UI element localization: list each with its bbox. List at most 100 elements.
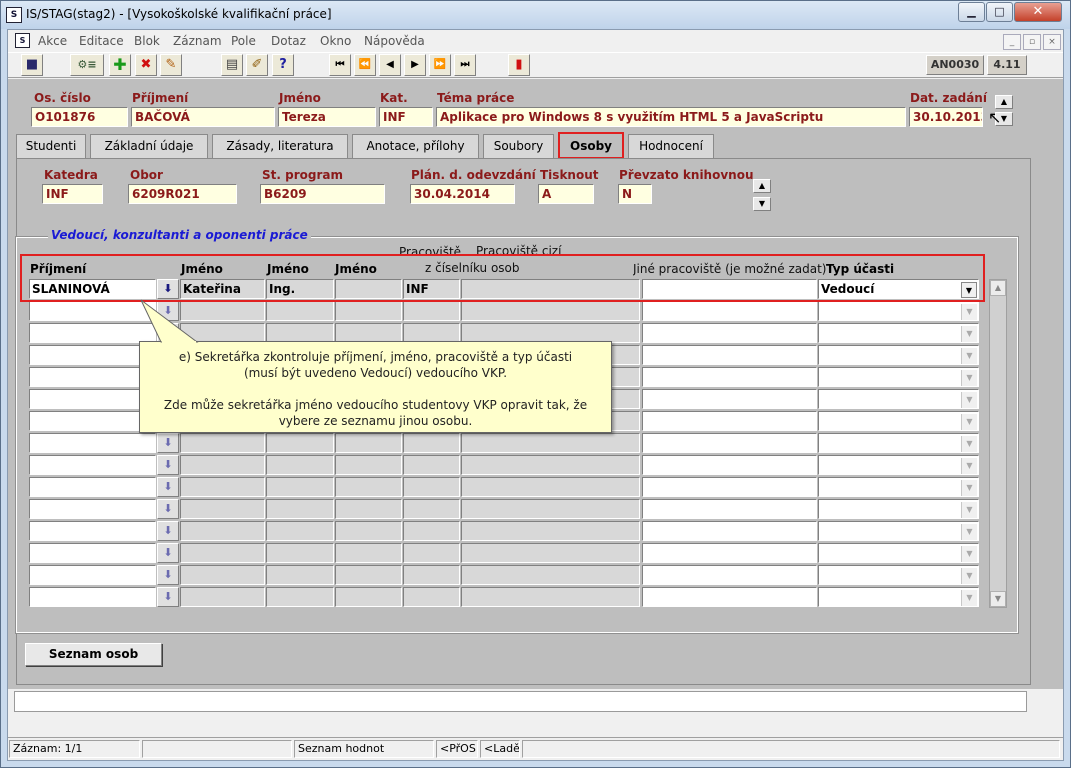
row-jmeno[interactable] <box>180 521 265 541</box>
tab-zasady-literatura[interactable]: Zásady, literatura <box>212 134 348 158</box>
menu-okno[interactable]: Okno <box>320 34 351 48</box>
row-typ-ucasti[interactable]: ▼ <box>818 389 979 409</box>
row-jine-pracoviste[interactable] <box>642 499 817 519</box>
clear-icon[interactable]: ✎ <box>160 54 182 76</box>
row-prijmeni[interactable] <box>29 477 156 497</box>
chevron-down-icon[interactable]: ▼ <box>961 480 977 496</box>
row-jine-pracoviste[interactable] <box>642 521 817 541</box>
minimize-button[interactable]: ▁ <box>958 2 985 22</box>
row-jine-pracoviste[interactable] <box>642 389 817 409</box>
menu-blok[interactable]: Blok <box>134 34 160 48</box>
last-record-icon[interactable]: ⏭ <box>454 54 476 76</box>
tab-hodnoceni[interactable]: Hodnocení <box>628 134 714 158</box>
chevron-down-icon[interactable]: ▼ <box>961 370 977 386</box>
child-minimize-icon[interactable]: _ <box>1003 34 1021 50</box>
chevron-down-icon[interactable]: ▼ <box>961 546 977 562</box>
close-button[interactable]: ✕ <box>1014 2 1062 22</box>
tab-zakladni-udaje[interactable]: Základní údaje <box>90 134 208 158</box>
row-jine-pracoviste[interactable] <box>642 367 817 387</box>
tab-osoby[interactable]: Osoby <box>558 132 624 159</box>
row-titul-za[interactable] <box>335 565 402 585</box>
tab-studenti[interactable]: Studenti <box>16 134 86 158</box>
menu-pole[interactable]: Pole <box>231 34 256 48</box>
row-prijmeni[interactable] <box>29 323 156 343</box>
row-lov-button[interactable]: ⬇ <box>157 565 179 585</box>
row-titul[interactable] <box>266 587 334 607</box>
row-pracoviste-cizi[interactable] <box>461 587 640 607</box>
row-jine-pracoviste[interactable] <box>642 455 817 475</box>
row-titul-za[interactable] <box>335 477 402 497</box>
row-typ-ucasti[interactable]: ▼ <box>818 477 979 497</box>
delete-record-icon[interactable]: ✖ <box>135 54 157 76</box>
row-prijmeni[interactable] <box>29 301 156 321</box>
row-titul-za[interactable] <box>335 323 402 343</box>
row-titul[interactable] <box>266 565 334 585</box>
row-pracoviste-cizi[interactable] <box>461 565 640 585</box>
prijmeni-field[interactable]: BAČOVÁ <box>131 107 275 127</box>
row-pracoviste-cizi[interactable] <box>461 323 640 343</box>
row-pracoviste[interactable] <box>403 565 460 585</box>
row-titul-za[interactable] <box>335 521 402 541</box>
row-prijmeni[interactable] <box>29 565 156 585</box>
scrollbar-down-icon[interactable]: ▼ <box>990 591 1006 607</box>
row-jine-pracoviste[interactable] <box>642 565 817 585</box>
help-icon[interactable]: ? <box>272 54 294 76</box>
chevron-down-icon[interactable]: ▼ <box>961 304 977 320</box>
chevron-down-icon[interactable]: ▼ <box>961 414 977 430</box>
row-typ-ucasti[interactable]: ▼ <box>818 543 979 563</box>
row-titul-za[interactable] <box>335 499 402 519</box>
exit-icon[interactable]: ▮ <box>508 54 530 76</box>
detail-scroll-up-icon[interactable]: ▲ <box>753 179 771 193</box>
menu-editace[interactable]: Editace <box>79 34 124 48</box>
scroll-up-icon[interactable]: ▲ <box>995 95 1013 109</box>
row-lov-button[interactable]: ⬇ <box>157 455 179 475</box>
row-prijmeni[interactable] <box>29 345 156 365</box>
seznam-osob-button[interactable]: Seznam osob <box>25 643 162 666</box>
row-titul[interactable] <box>266 521 334 541</box>
row-pracoviste-cizi[interactable] <box>461 477 640 497</box>
row-pracoviste-cizi[interactable] <box>461 543 640 563</box>
row-titul[interactable] <box>266 301 334 321</box>
row-prijmeni[interactable] <box>29 367 156 387</box>
row-lov-button[interactable]: ⬇ <box>157 521 179 541</box>
row-typ-ucasti[interactable]: ▼ <box>818 587 979 607</box>
row-pracoviste[interactable] <box>403 543 460 563</box>
chevron-down-icon[interactable]: ▼ <box>961 392 977 408</box>
row-pracoviste[interactable] <box>403 301 460 321</box>
chevron-down-icon[interactable]: ▼ <box>961 568 977 584</box>
row-typ-ucasti[interactable]: ▼ <box>818 411 979 431</box>
kat-field[interactable]: INF <box>379 107 433 127</box>
chevron-down-icon[interactable]: ▼ <box>961 348 977 364</box>
chevron-down-icon[interactable]: ▼ <box>961 590 977 606</box>
row-pracoviste[interactable] <box>403 521 460 541</box>
row-prijmeni[interactable] <box>29 389 156 409</box>
tab-soubory[interactable]: Soubory <box>483 134 554 158</box>
add-record-icon[interactable]: ✚ <box>109 54 131 76</box>
tema-field[interactable]: Aplikace pro Windows 8 s využitím HTML 5… <box>436 107 906 127</box>
row-jine-pracoviste[interactable] <box>642 301 817 321</box>
row-titul-za[interactable] <box>335 433 402 453</box>
row-lov-button[interactable]: ⬇ <box>157 543 179 563</box>
detail-scroll-down-icon[interactable]: ▼ <box>753 197 771 211</box>
row-jmeno[interactable] <box>180 543 265 563</box>
chevron-down-icon[interactable]: ▼ <box>961 458 977 474</box>
menu-napoveda[interactable]: Nápověda <box>364 34 425 48</box>
maximize-button[interactable]: □ <box>986 2 1013 22</box>
menu-dotaz[interactable]: Dotaz <box>271 34 306 48</box>
dat-zadani-field[interactable]: 30.10.2013 <box>909 107 983 127</box>
chevron-down-icon[interactable]: ▼ <box>961 502 977 518</box>
row-pracoviste[interactable] <box>403 477 460 497</box>
row-jine-pracoviste[interactable] <box>642 411 817 431</box>
child-restore-icon[interactable]: ▫ <box>1023 34 1041 50</box>
row-pracoviste-cizi[interactable] <box>461 433 640 453</box>
row-prijmeni[interactable] <box>29 433 156 453</box>
row-pracoviste-cizi[interactable] <box>461 521 640 541</box>
row-lov-button[interactable]: ⬇ <box>157 477 179 497</box>
row-titul[interactable] <box>266 323 334 343</box>
chevron-down-icon[interactable]: ▼ <box>961 326 977 342</box>
row-jine-pracoviste[interactable] <box>642 433 817 453</box>
prevzato-field[interactable]: N <box>618 184 652 204</box>
chevron-down-icon[interactable]: ▼ <box>961 524 977 540</box>
row-titul-za[interactable] <box>335 543 402 563</box>
row-lov-button[interactable]: ⬇ <box>157 433 179 453</box>
